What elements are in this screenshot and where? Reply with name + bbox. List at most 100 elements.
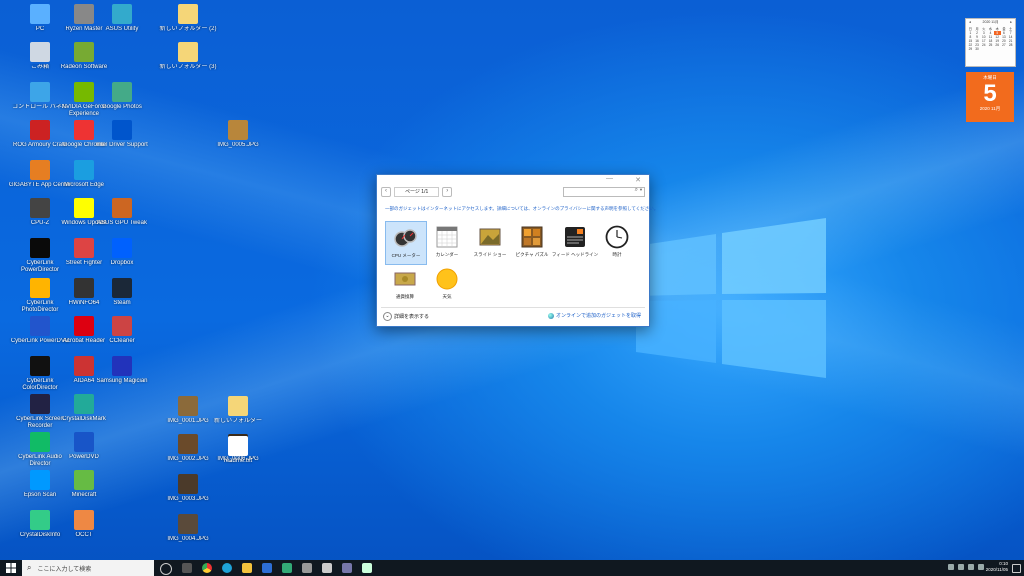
app-icon [112, 82, 132, 102]
desktop-icon[interactable]: readme.txt [206, 436, 270, 494]
app-icon [30, 394, 50, 414]
chrome-icon[interactable] [202, 563, 212, 573]
page-indicator: ページ 1/1 [394, 187, 440, 197]
previous-month-icon[interactable]: ◂ [969, 20, 971, 25]
app-icon [178, 42, 198, 62]
close-icon[interactable]: ✕ [635, 176, 641, 184]
network-icon[interactable] [958, 564, 964, 570]
app-icon [178, 396, 198, 416]
calendar-gadget-month[interactable]: ◂ 2020 11月 ▸ 日月火水木金土 1 2 3 4 5 6 7 8 9 10 11 12 13 14 1… [965, 18, 1016, 67]
gadget-label: フィード ヘッドライン [551, 252, 599, 257]
app-icon [30, 160, 50, 180]
app-icon [112, 4, 132, 24]
weather-sun-icon [436, 268, 458, 290]
desktop-icon-label: Minecraft [71, 492, 97, 498]
app-icon [228, 396, 248, 416]
calendar-day[interactable]: 26 [994, 43, 1001, 47]
app-icon [74, 470, 94, 490]
search-icon[interactable]: ⌕ [635, 187, 638, 194]
search-icon: ⌕ [27, 563, 32, 572]
minimize-icon[interactable]: — [606, 175, 613, 182]
taskbar-search-input[interactable]: ⌕ ここに入力して検索 [22, 560, 154, 576]
app-icon [30, 356, 50, 376]
get-more-gadgets-link[interactable]: オンラインで追加のガジェットを取得 [547, 312, 641, 319]
app-icon [178, 434, 198, 454]
gadget-calendar[interactable]: カレンダー [427, 221, 467, 263]
notification-icon[interactable] [1012, 564, 1021, 573]
calendar-header: ◂ 2020 11月 ▸ [966, 19, 1015, 26]
desktop-icon[interactable]: 新しいフォルダー (3) [156, 42, 220, 100]
gadget-label: 時計 [612, 252, 622, 257]
page-navigation: ‹ ページ 1/1 › [381, 187, 453, 197]
tray-icon[interactable] [948, 564, 954, 570]
ime-icon[interactable] [978, 564, 984, 570]
gadget-cpu-meter[interactable]: CPU メーター [385, 221, 427, 265]
app-icon[interactable] [302, 563, 312, 573]
chevron-down-icon: ⌄ [383, 312, 392, 321]
desktop-icon-label: Dropbox [110, 260, 134, 266]
calendar-day[interactable]: 27 [1001, 43, 1008, 47]
app-icon [30, 198, 50, 218]
next-page-button[interactable]: › [442, 187, 453, 197]
app-icon[interactable] [362, 563, 372, 573]
app-icon[interactable] [342, 563, 352, 573]
gadget-weather[interactable]: 天気 [427, 263, 467, 305]
desktop-icon-label: Microsoft Edge [63, 182, 105, 188]
app-icon [30, 82, 50, 102]
desktop-icon[interactable]: Intel Driver Support [90, 120, 154, 178]
app-icon [30, 470, 50, 490]
gadget-search-input[interactable]: ⌕ ▼ [563, 187, 645, 197]
desktop-icon[interactable]: ASUS Utility [90, 4, 154, 62]
gadget-clock[interactable]: 時計 [597, 221, 637, 263]
taskbar-clock[interactable]: 0:10 2020/11/05 [986, 561, 1008, 573]
calendar-day[interactable]: 24 [980, 43, 987, 47]
next-month-icon[interactable]: ▸ [1010, 20, 1012, 25]
gadget-currency[interactable]: 通貨換算 [385, 263, 425, 305]
taskbar: ⌕ ここに入力して検索 0:10 2020/11/05 [0, 560, 1024, 576]
clock-date: 2020/11/05 [985, 567, 1008, 572]
task-view-icon[interactable] [182, 563, 192, 573]
desktop-icon[interactable]: Dropbox [90, 238, 154, 296]
start-button[interactable] [6, 563, 16, 573]
previous-page-button[interactable]: ‹ [381, 187, 391, 197]
store-icon[interactable] [262, 563, 272, 573]
calendar-day[interactable]: 25 [987, 43, 994, 47]
privacy-notice-link[interactable]: 一部のガジェットはインターネットにアクセスします。詳細については、オンラインのプ… [385, 206, 658, 212]
gadget-picture-puzzle[interactable]: ピクチャ パズル [512, 221, 552, 263]
file-explorer-icon[interactable] [242, 563, 252, 573]
app-icon [30, 120, 50, 140]
desktop-icon[interactable]: IMG_0005.JPG [206, 120, 270, 178]
desktop-icon-label: 新しいフォルダー [213, 418, 262, 424]
desktop-icon-label: 新しいフォルダー (3) [159, 64, 217, 70]
app-icon [74, 510, 94, 530]
gadget-slide-show[interactable]: スライド ショー [470, 221, 510, 263]
picture-puzzle-icon [521, 226, 543, 248]
desktop-icon-label: IMG_0004.JPG [167, 536, 209, 542]
gadget-label: CPU メーター [391, 253, 421, 258]
globe-icon [547, 312, 554, 319]
app-icon [30, 42, 50, 62]
show-details-button[interactable]: ⌄ 詳細を表示する [383, 312, 429, 321]
chevron-down-icon[interactable]: ▼ [639, 187, 643, 192]
app-icon[interactable] [282, 563, 292, 573]
desktop-icon-label: IMG_0003.JPG [167, 496, 209, 502]
desktop-icon-label: IMG_0005.JPG [217, 142, 259, 148]
calendar-day[interactable]: 28 [1007, 43, 1014, 47]
desktop-icon[interactable]: Samsung Magician [90, 356, 154, 414]
calendar-gadget-day[interactable]: 木曜日 5 2020 11月 [966, 72, 1014, 122]
app-icon[interactable] [322, 563, 332, 573]
windows-wallpaper-logo [636, 218, 826, 378]
gadget-feed-headlines[interactable]: フィード ヘッドライン [551, 221, 599, 263]
app-icon [30, 238, 50, 258]
calendar-day[interactable]: 29 [967, 47, 974, 51]
volume-icon[interactable] [968, 564, 974, 570]
taskbar-pinned-apps [160, 563, 372, 575]
edge-icon[interactable] [222, 563, 232, 573]
gadget-label: 天気 [442, 294, 452, 299]
desktop-icon-label: CrystalDiskMark [62, 416, 106, 422]
calendar-day[interactable]: 30 [974, 47, 981, 51]
gadget-label: 通貨換算 [396, 294, 414, 299]
app-icon [112, 238, 132, 258]
calendar-month-title: 2020 11月 [982, 20, 999, 24]
cortana-icon[interactable] [160, 563, 172, 575]
